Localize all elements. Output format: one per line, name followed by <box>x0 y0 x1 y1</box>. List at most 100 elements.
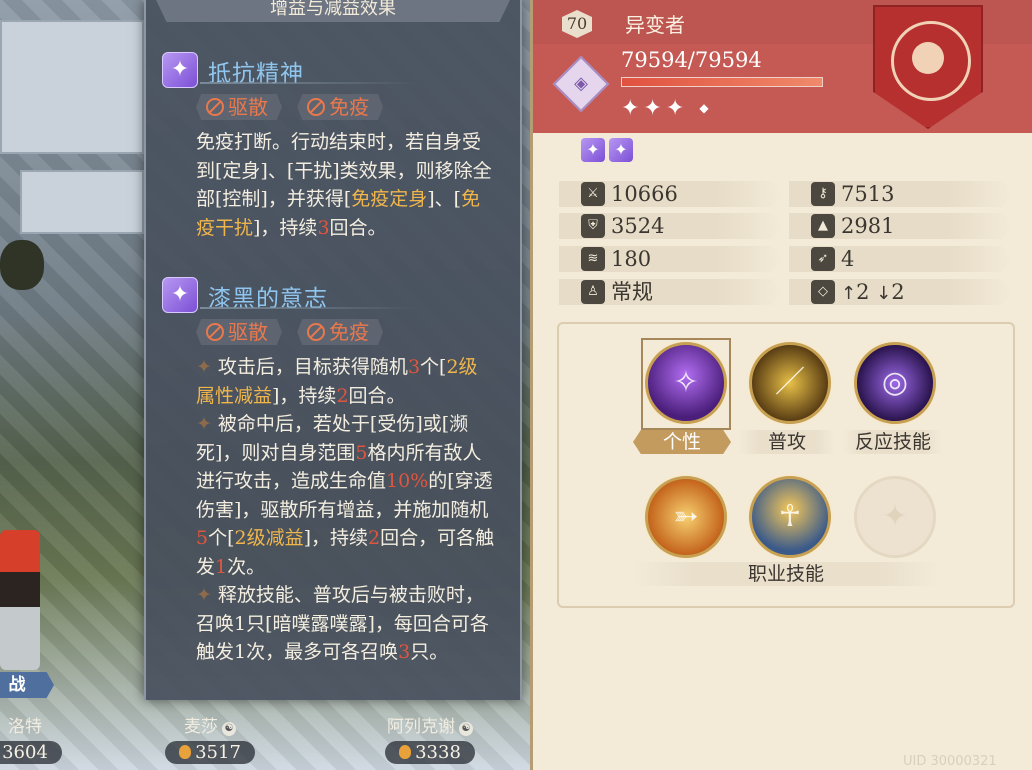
tag-label: 免疫 <box>329 320 370 344</box>
locked-skill-icon: ✦ <box>854 476 936 558</box>
ban-icon <box>307 98 326 116</box>
stat-speed: ≋ 180 <box>559 246 783 272</box>
stat-value: ↑2 ↓2 <box>841 279 905 305</box>
desc-segment: 10% <box>386 470 429 492</box>
terrain-block <box>20 170 144 234</box>
stat-magic: ⚷ 7513 <box>789 181 1013 207</box>
character-header: 70 异变者 ◈ 79594/79594 ✦✦✦ ◆ <box>533 0 1032 133</box>
star-rating: ✦✦✦ ◆ <box>621 96 713 121</box>
buff-header: ✦ 抵抗精神 <box>162 52 508 88</box>
ban-icon <box>307 323 326 341</box>
reaction-skill-icon[interactable]: ◎ <box>854 342 936 424</box>
tab-job-skills[interactable]: 职业技能 <box>633 562 939 586</box>
stat-jump: ◇ ↑2 ↓2 <box>789 279 1013 305</box>
buff-entry: ✦ 漆黑的意志 驱散 免疫 ✦ 攻击后，目标获得随机3个[2级属性减益]，持续2回… <box>162 277 508 667</box>
buff-description: ✦ 攻击后，目标获得随机3个[2级属性减益]，持续2回合。 ✦ 被命中后，若处于[受伤… <box>196 353 496 667</box>
desc-segment: 回合。 <box>348 384 406 407</box>
personal-skill-icon[interactable]: ✧ <box>645 342 727 424</box>
chaos-icon: ☯ <box>222 722 236 736</box>
buff-header: ✦ 漆黑的意志 <box>162 277 508 313</box>
enemy-sprite <box>0 240 44 290</box>
buff-entry: ✦ 抵抗精神 驱散 免疫 免疫打断。行动结束时，若自身受到[定身]、[干扰]类效… <box>162 52 508 242</box>
sparkle-buff-icon[interactable]: ✦ <box>609 138 633 162</box>
tag-label: 驱散 <box>228 320 268 344</box>
boot-icon: ➶ <box>811 247 835 271</box>
stat-type: ♙ 常规 <box>559 279 783 305</box>
sword-icon: ⚔ <box>581 182 605 206</box>
desc-segment: 回合。 <box>329 216 387 239</box>
unit-name: 洛特 <box>8 717 42 737</box>
desc-segment: ]、[ <box>427 188 462 210</box>
stat-attack: ⚔ 10666 <box>559 181 783 207</box>
tab-attack[interactable]: 普攻 <box>739 430 835 454</box>
deploy-button[interactable]: 战 <box>0 672 54 698</box>
shield-icon: ⛨ <box>581 214 605 238</box>
immune-tag: 免疫 <box>297 319 384 345</box>
tab-personal[interactable]: 个性 <box>633 430 731 454</box>
unit-power-value: 3517 <box>195 742 241 763</box>
stat-value: 7513 <box>841 182 895 206</box>
figure-icon: ♙ <box>581 280 605 304</box>
uid-text: UID 30000321 <box>903 754 997 769</box>
empty-star: ◆ <box>699 101 713 115</box>
ban-icon <box>206 323 224 341</box>
desc-segment: ]，持续 <box>303 527 369 549</box>
sparkle-buff-icon[interactable]: ✦ <box>581 138 605 162</box>
stat-defense: ⛨ 3524 <box>559 213 783 239</box>
header-divider <box>200 82 420 84</box>
buff-skill-icon[interactable]: ☥ <box>749 476 831 558</box>
arrow-up-icon: ↑ <box>841 283 857 304</box>
dispel-tag: 驱散 <box>196 94 282 120</box>
desc-segment: 次。 <box>227 555 266 578</box>
buff-tags: 驱散 免疫 <box>196 94 508 124</box>
buff-effects-panel: 增益与减益效果 ✦ 抵抗精神 驱散 免疫 免疫打断。行动结束时，若自身受到[定身… <box>144 0 522 700</box>
unit-card-maisha[interactable]: 麦莎 ☯ 3517 <box>140 712 280 764</box>
buff-tags: 驱散 免疫 <box>196 319 508 349</box>
sword-slash-skill-icon[interactable]: ➳ <box>645 476 727 558</box>
unit-name: 麦莎 <box>184 717 218 737</box>
stat-value: 4 <box>841 247 855 271</box>
arrow-down-icon: ↓ <box>876 283 892 304</box>
jump-down-value: 2 <box>891 280 905 304</box>
desc-segment: 2级减益 <box>234 527 304 549</box>
stat-resistance: ▲ 2981 <box>789 213 1013 239</box>
stat-value: 2981 <box>841 214 895 238</box>
immune-tag: 免疫 <box>297 94 384 120</box>
sword-attack-icon[interactable]: ／ <box>749 342 831 424</box>
bullet-star-icon: ✦ <box>196 356 212 378</box>
tab-reaction[interactable]: 反应技能 <box>843 430 943 454</box>
tag-label: 驱散 <box>228 95 268 119</box>
bullet-star-icon: ✦ <box>196 584 212 606</box>
flame-icon <box>179 745 192 759</box>
desc-segment: 个[ <box>208 527 235 549</box>
header-divider <box>200 307 420 309</box>
stars: ✦✦✦ <box>621 96 689 121</box>
desc-segment: 1 <box>215 555 228 578</box>
unit-card-alexei[interactable]: 阿列克谢 ☯ 3338 <box>355 712 505 764</box>
hp-value: 79594/79594 <box>621 48 762 72</box>
unit-card-lot[interactable]: 洛特 3604 <box>0 712 80 764</box>
terrain-block <box>0 20 144 154</box>
unit-power: 3517 <box>165 741 255 764</box>
desc-segment: 3 <box>317 216 330 239</box>
tag-label: 免疫 <box>329 95 370 119</box>
character-panel: 70 异变者 ◈ 79594/79594 ✦✦✦ ◆ ✦ ✦ ⚔ 10666 ⚷ 7… <box>530 0 1032 770</box>
unit-name: 阿列克谢 <box>387 717 455 737</box>
unit-power-value: 3604 <box>2 742 48 763</box>
stat-value: 常规 <box>611 280 653 304</box>
sparkle-buff-icon: ✦ <box>162 277 198 313</box>
character-name: 异变者 <box>625 13 685 37</box>
desc-segment: 攻击后，目标获得随机 <box>217 356 408 378</box>
flame-icon <box>399 745 412 759</box>
stat-value: 3524 <box>611 214 665 238</box>
desc-segment: 5 <box>355 441 368 464</box>
bullet-star-icon: ✦ <box>196 413 212 435</box>
game-screen: 战 洛特 3604 麦莎 ☯ 3517 阿列克谢 ☯ 3338 增益与减益效果 ✦ … <box>0 0 1032 770</box>
jump-up-value: 2 <box>856 280 870 304</box>
desc-segment: 3 <box>407 356 421 378</box>
unit-power: 3604 <box>0 741 62 764</box>
desc-segment: 3 <box>398 641 411 663</box>
buff-panel-title: 增益与减益效果 <box>156 0 510 22</box>
hp-bar <box>621 77 823 87</box>
faction-emblem-icon <box>873 5 983 129</box>
